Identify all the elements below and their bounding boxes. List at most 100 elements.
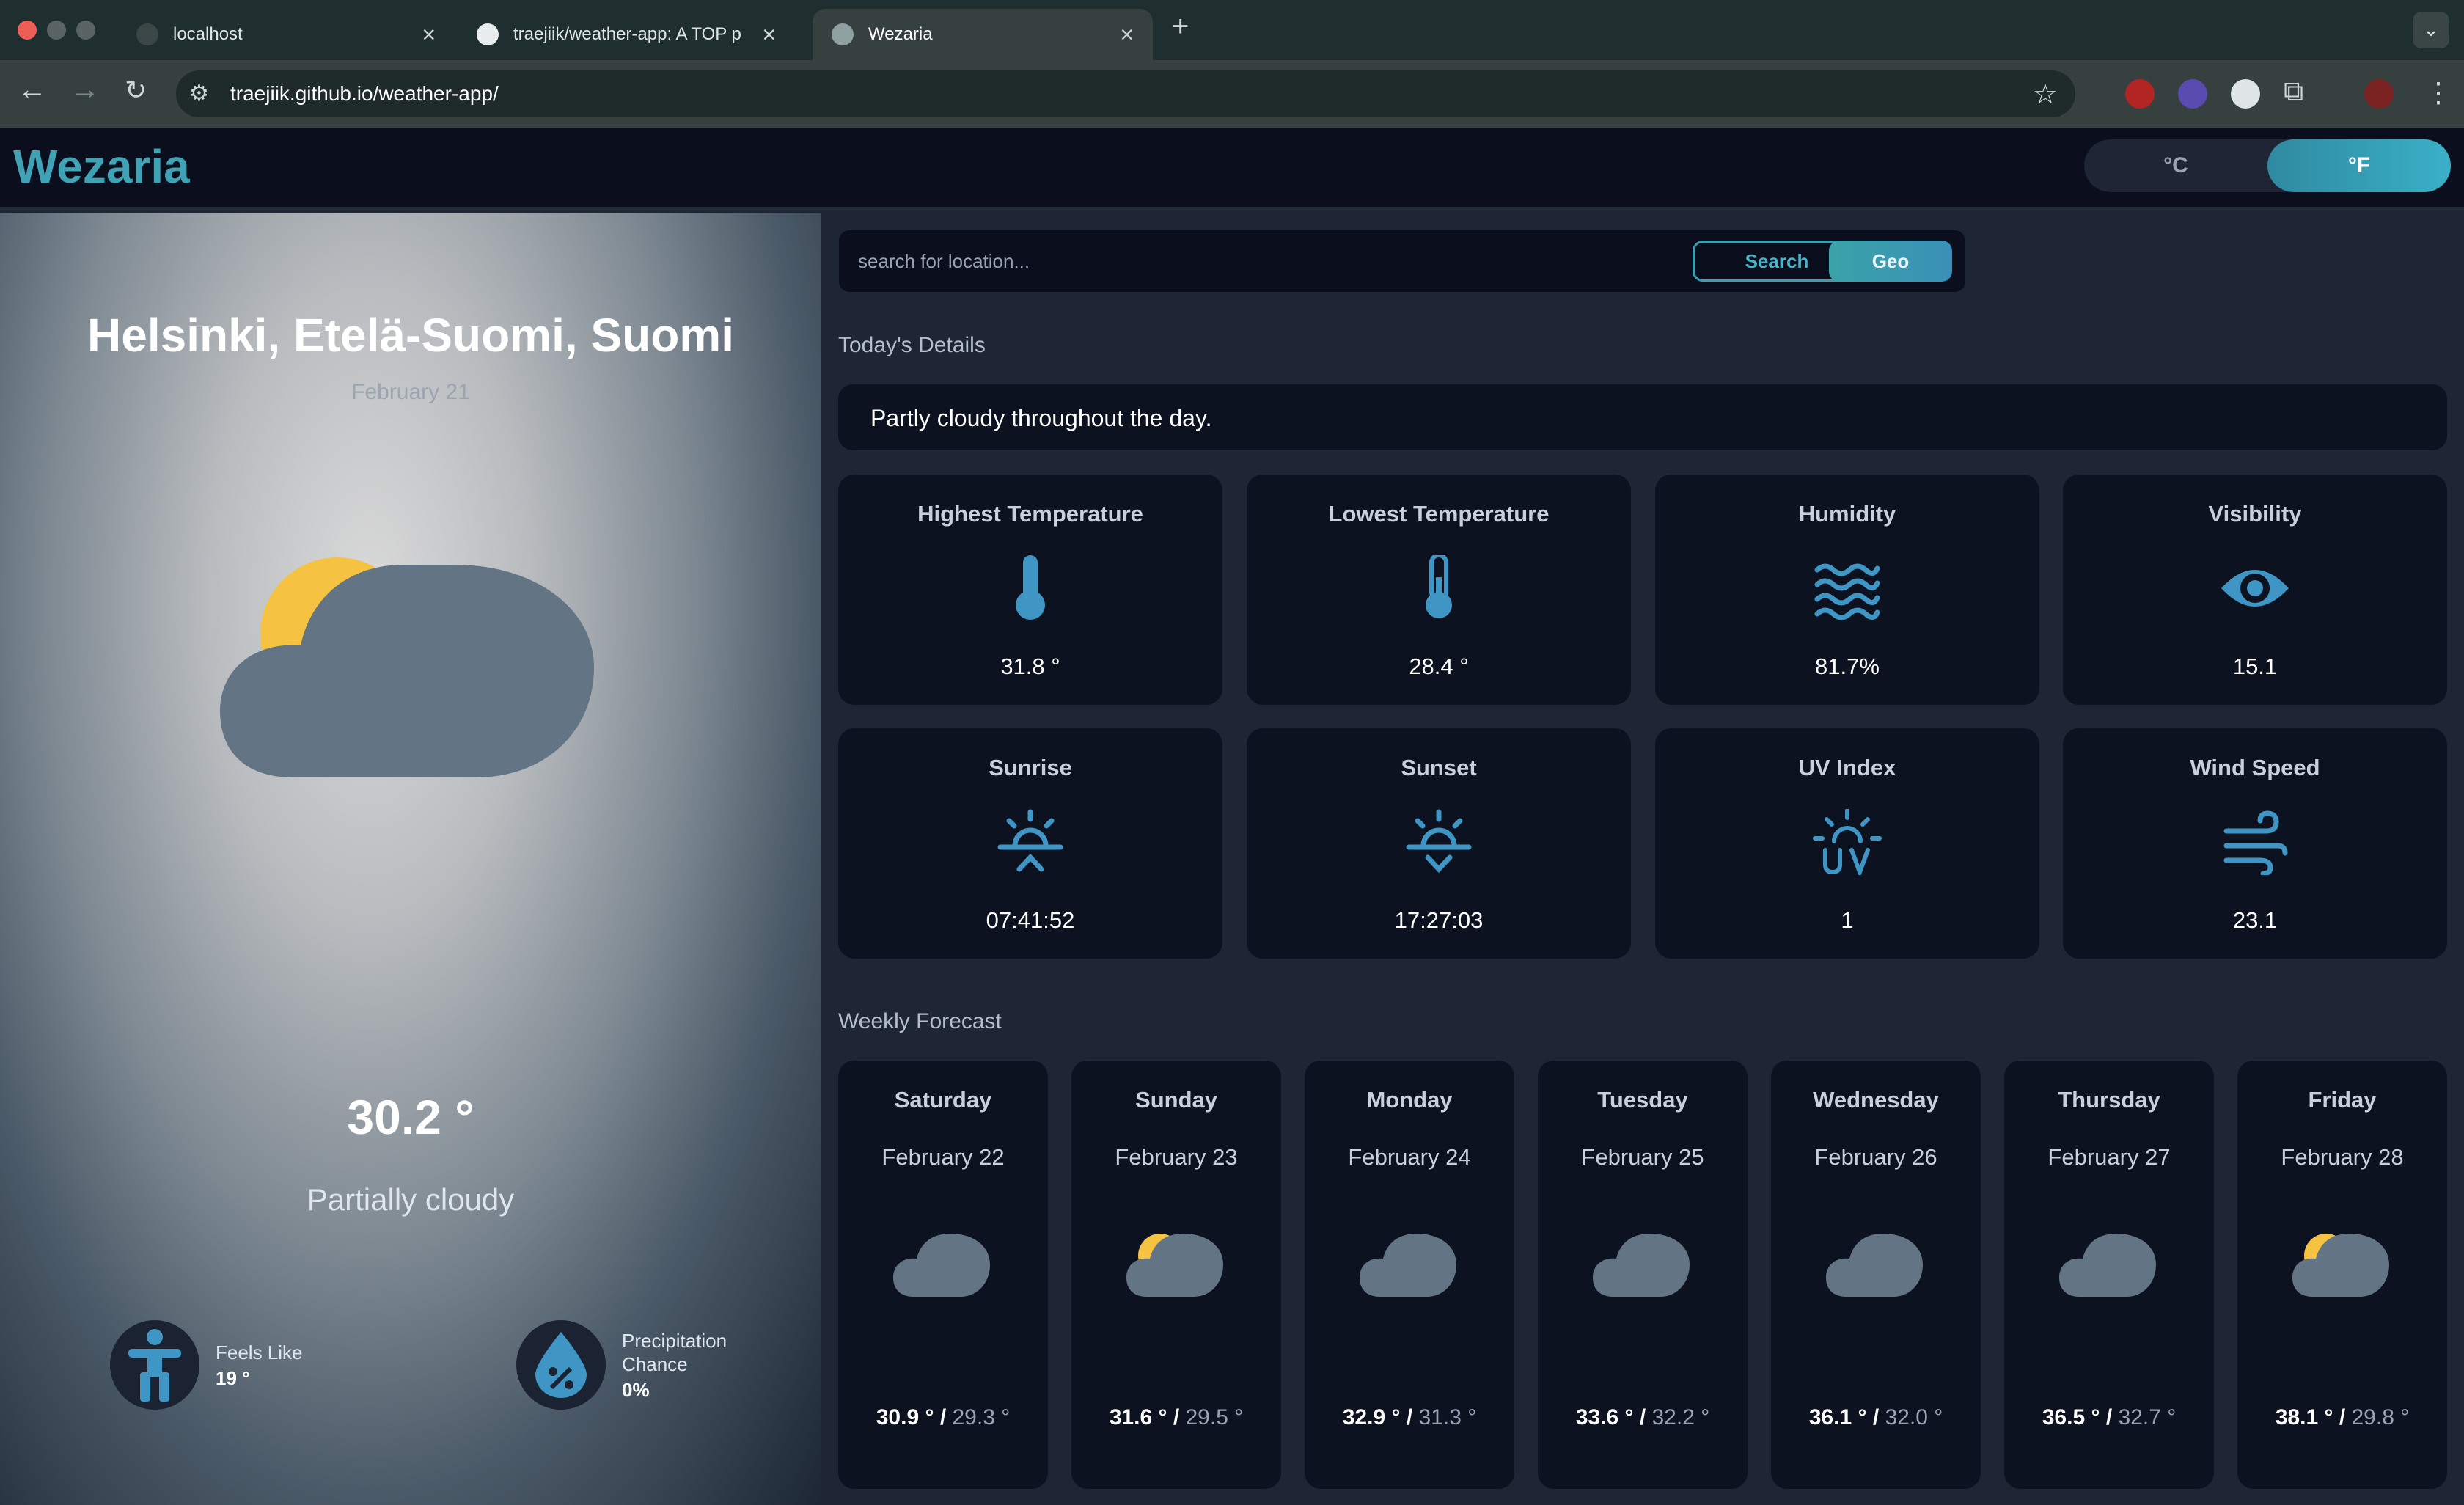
visibility-card: Visibility 15.1: [2063, 475, 2447, 705]
new-tab-button[interactable]: +: [1172, 10, 1189, 43]
close-tab-icon[interactable]: ×: [1120, 21, 1134, 48]
card-title: UV Index: [1798, 755, 1896, 780]
tab-localhost[interactable]: localhost ×: [117, 9, 455, 60]
wind-icon: [2063, 809, 2447, 875]
forecast-day-name: Wednesday: [1813, 1087, 1939, 1113]
forecast-day-card: Tuesday February 25 33.6 ° / 32.2 °: [1538, 1061, 1748, 1489]
address-url[interactable]: traejiik.github.io/weather-app/: [230, 82, 499, 106]
address-bar[interactable]: ⚙ traejiik.github.io/weather-app/ ☆: [176, 70, 2075, 117]
forecast-high: 38.1 °: [2275, 1405, 2333, 1429]
current-weather-panel: Helsinki, Etelä-Suomi, Suomi February 21…: [0, 213, 821, 1505]
forecast-day-name: Monday: [1366, 1087, 1453, 1113]
tab-search-chevron-icon[interactable]: ⌄: [2413, 12, 2449, 48]
site-settings-icon[interactable]: ⚙: [189, 81, 209, 106]
forecast-separator: /: [1400, 1405, 1419, 1429]
forecast-high: 30.9 °: [876, 1405, 934, 1429]
card-value: 17:27:03: [1394, 907, 1484, 933]
search-input[interactable]: [858, 243, 1591, 279]
thermometer-icon: [1247, 555, 1631, 621]
cloudy-icon: [1305, 1226, 1514, 1300]
forecast-low: 32.7 °: [2118, 1405, 2177, 1429]
partly-cloudy-icon: [2237, 1226, 2447, 1300]
forecast-temps: 38.1 ° / 29.8 °: [2237, 1405, 2447, 1430]
forecast-low: 29.5 °: [1185, 1405, 1244, 1429]
card-value: 31.8 °: [1000, 653, 1060, 679]
forecast-high: 32.9 °: [1342, 1405, 1401, 1429]
lowest-temperature-card: Lowest Temperature 28.4 °: [1247, 475, 1631, 705]
cloudy-icon: [838, 1226, 1048, 1300]
close-tab-icon[interactable]: ×: [422, 21, 436, 48]
card-title: Visibility: [2208, 501, 2302, 527]
back-arrow-icon[interactable]: ←: [18, 73, 47, 106]
weekly-forecast-heading: Weekly Forecast: [838, 1009, 1002, 1033]
forecast-temps: 33.6 ° / 32.2 °: [1538, 1405, 1748, 1430]
day-summary: Partly cloudy throughout the day.: [838, 384, 2447, 450]
card-value: 15.1: [2232, 653, 2278, 679]
reload-icon[interactable]: ↻: [125, 75, 147, 106]
bookmark-star-icon[interactable]: ☆: [2033, 78, 2058, 111]
celsius-toggle[interactable]: °C: [2084, 139, 2267, 192]
sunset-card: Sunset 17:27:03: [1247, 728, 1631, 959]
minimize-window-button[interactable]: [47, 21, 66, 40]
forecast-low: 31.3 °: [1418, 1405, 1477, 1429]
card-value: 1: [1841, 907, 1854, 933]
close-window-button[interactable]: [18, 21, 37, 40]
forecast-low: 32.0 °: [1885, 1405, 1943, 1429]
forecast-separator: /: [1866, 1405, 1885, 1429]
forecast-temps: 36.1 ° / 32.0 °: [1771, 1405, 1981, 1430]
precipitation-value: 0%: [622, 1378, 650, 1401]
forecast-day-card: Thursday February 27 36.5 ° / 32.7 °: [2004, 1061, 2214, 1489]
thermometer-icon: [838, 555, 1222, 621]
forecast-day-name: Thursday: [2058, 1087, 2160, 1113]
sunset-icon: [1247, 809, 1631, 875]
cloudy-icon: [2004, 1226, 2214, 1300]
browser-menu-icon[interactable]: ⋮: [2424, 76, 2452, 109]
globe-icon: [832, 23, 854, 45]
current-temperature: 30.2 °: [347, 1090, 474, 1144]
forecast-low: 29.3 °: [952, 1405, 1011, 1429]
app-header: Wezaria °C °F: [0, 128, 2464, 210]
card-title: Humidity: [1798, 501, 1896, 527]
extension-icon[interactable]: [2178, 79, 2207, 109]
forecast-day-name: Friday: [2308, 1087, 2377, 1113]
precipitation-label: Precipitation: [622, 1329, 727, 1352]
forecast-separator: /: [2333, 1405, 2352, 1429]
highest-temperature-card: Highest Temperature 31.8 °: [838, 475, 1222, 705]
forecast-date: February 23: [1115, 1144, 1238, 1170]
forecast-day-card: Friday February 28 38.1 ° / 29.8 °: [2237, 1061, 2447, 1489]
extensions-puzzle-icon[interactable]: ⧉: [2284, 76, 2303, 108]
forecast-low: 32.2 °: [1651, 1405, 1710, 1429]
feels-like-value: 19 °: [216, 1366, 250, 1389]
forward-arrow-icon[interactable]: →: [70, 73, 100, 106]
forecast-day-name: Tuesday: [1597, 1087, 1688, 1113]
close-tab-icon[interactable]: ×: [762, 21, 776, 48]
tab-github[interactable]: traejiik/weather-app: A TOP p ×: [458, 9, 795, 60]
forecast-separator: /: [1633, 1405, 1652, 1429]
maximize-window-button[interactable]: [76, 21, 95, 40]
app-logo: Wezaria: [13, 140, 190, 193]
forecast-day-name: Sunday: [1135, 1087, 1217, 1113]
uv-index-card: UV Index 1: [1655, 728, 2039, 959]
card-value: 23.1: [2232, 907, 2278, 933]
todays-details-heading: Today's Details: [838, 333, 986, 357]
tab-wezaria[interactable]: Wezaria ×: [813, 9, 1153, 60]
profile-avatar[interactable]: [2364, 79, 2394, 109]
forecast-separator: /: [934, 1405, 953, 1429]
forecast-high: 31.6 °: [1109, 1405, 1167, 1429]
unit-toggle[interactable]: °C °F: [2084, 139, 2451, 192]
forecast-temps: 30.9 ° / 29.3 °: [838, 1405, 1048, 1430]
eye-icon: [2063, 555, 2447, 621]
ublock-extension-icon[interactable]: [2125, 79, 2155, 109]
forecast-date: February 28: [2281, 1144, 2404, 1170]
geo-button[interactable]: Geo: [1829, 241, 1952, 282]
partly-cloudy-day-icon: [220, 535, 601, 803]
cloudy-icon: [1538, 1226, 1748, 1300]
wind-speed-card: Wind Speed 23.1: [2063, 728, 2447, 959]
fahrenheit-toggle[interactable]: °F: [2267, 139, 2451, 192]
forecast-day-card: Saturday February 22 30.9 ° / 29.3 °: [838, 1061, 1048, 1489]
current-date: February 21: [351, 380, 470, 404]
forecast-separator: /: [2100, 1405, 2119, 1429]
extension-icon[interactable]: [2231, 79, 2260, 109]
forecast-day-card: Monday February 24 32.9 ° / 31.3 °: [1305, 1061, 1514, 1489]
forecast-day-card: Wednesday February 26 36.1 ° / 32.0 °: [1771, 1061, 1981, 1489]
